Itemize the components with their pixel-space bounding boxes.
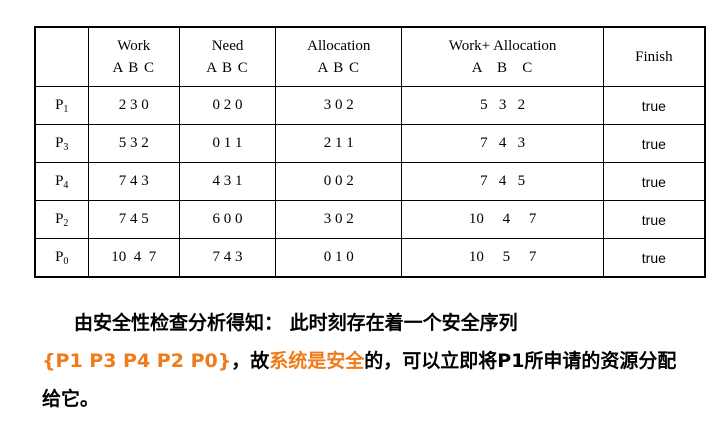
process-sub: 3 (63, 141, 69, 153)
table-row: P0 10 4 7 7 4 3 0 1 0 10 5 7 true (34, 238, 706, 278)
allocation-cell: 3 0 2 (275, 86, 403, 125)
header-need-abc: A B C (206, 60, 249, 76)
finish-cell: true (602, 162, 706, 201)
process-cell: P3 (34, 124, 89, 163)
header-finish-title: Finish (635, 49, 673, 65)
work-cell: 10 4 7 (87, 238, 180, 278)
header-work: Work A B C (87, 26, 180, 87)
finish-cell: true (602, 200, 706, 239)
need-cell: 7 4 3 (178, 238, 277, 278)
safe-sequence: {P1 P3 P4 P2 P0} (42, 350, 232, 372)
need-cell: 6 0 0 (178, 200, 277, 239)
finish-cell: true (602, 124, 706, 163)
need-cell: 4 3 1 (178, 162, 277, 201)
header-work-plus-allocation: Work+ Allocation A B C (401, 26, 604, 87)
sum-cell: 7 4 3 (401, 124, 604, 163)
sum-cell: 7 4 5 (401, 162, 604, 201)
work-cell: 2 3 0 (87, 86, 180, 125)
table-row: P3 5 3 2 0 1 1 2 1 1 7 4 3 true (34, 124, 706, 163)
safety-check-table: Work A B C Need A B C Allocation A B C W… (34, 26, 706, 278)
table-row: P1 2 3 0 0 2 0 3 0 2 5 3 2 true (34, 86, 706, 125)
conclusion-text-1: 由安全性检查分析得知： 此时刻存在着一个安全序列 (74, 312, 518, 334)
header-allocation-abc: A B C (317, 60, 361, 76)
process-sub: 1 (63, 103, 69, 115)
header-sum-abc: A B C (471, 60, 534, 76)
need-cell: 0 2 0 (178, 86, 277, 125)
process-cell: P0 (34, 238, 89, 278)
work-cell: 5 3 2 (87, 124, 180, 163)
header-allocation-title: Allocation (307, 38, 371, 54)
work-cell: 7 4 5 (87, 200, 180, 239)
conclusion-paragraph: 由安全性检查分析得知： 此时刻存在着一个安全序列 {P1 P3 P4 P2 P0}… (42, 304, 682, 418)
header-work-abc: A B C (112, 60, 155, 76)
system-safe-highlight: 系统是安全 (269, 350, 365, 372)
sum-cell: 5 3 2 (401, 86, 604, 125)
header-need-title: Need (211, 38, 244, 54)
header-allocation: Allocation A B C (275, 26, 403, 87)
table-row: P4 7 4 3 4 3 1 0 0 2 7 4 5 true (34, 162, 706, 201)
allocation-cell: 0 1 0 (275, 238, 403, 278)
allocation-cell: 3 0 2 (275, 200, 403, 239)
process-cell: P2 (34, 200, 89, 239)
header-finish: Finish (602, 26, 706, 87)
sum-cell: 10 5 7 (401, 238, 604, 278)
sum-cell: 10 4 7 (401, 200, 604, 239)
finish-cell: true (602, 238, 706, 278)
table-header-row: Work A B C Need A B C Allocation A B C W… (34, 26, 706, 87)
process-sub: 0 (63, 255, 69, 267)
process-cell: P4 (34, 162, 89, 201)
finish-cell: true (602, 86, 706, 125)
process-sub: 2 (63, 217, 69, 229)
header-work-title: Work (117, 38, 151, 54)
process-cell: P1 (34, 86, 89, 125)
header-need: Need A B C (178, 26, 277, 87)
table-row: P2 7 4 5 6 0 0 3 0 2 10 4 7 true (34, 200, 706, 239)
allocation-cell: 0 0 2 (275, 162, 403, 201)
header-process (34, 26, 89, 87)
process-sub: 4 (63, 179, 69, 191)
need-cell: 0 1 1 (178, 124, 277, 163)
header-sum-title: Work+ Allocation (448, 38, 557, 54)
conclusion-text-2: ，故 (231, 350, 270, 372)
work-cell: 7 4 3 (87, 162, 180, 201)
allocation-cell: 2 1 1 (275, 124, 403, 163)
